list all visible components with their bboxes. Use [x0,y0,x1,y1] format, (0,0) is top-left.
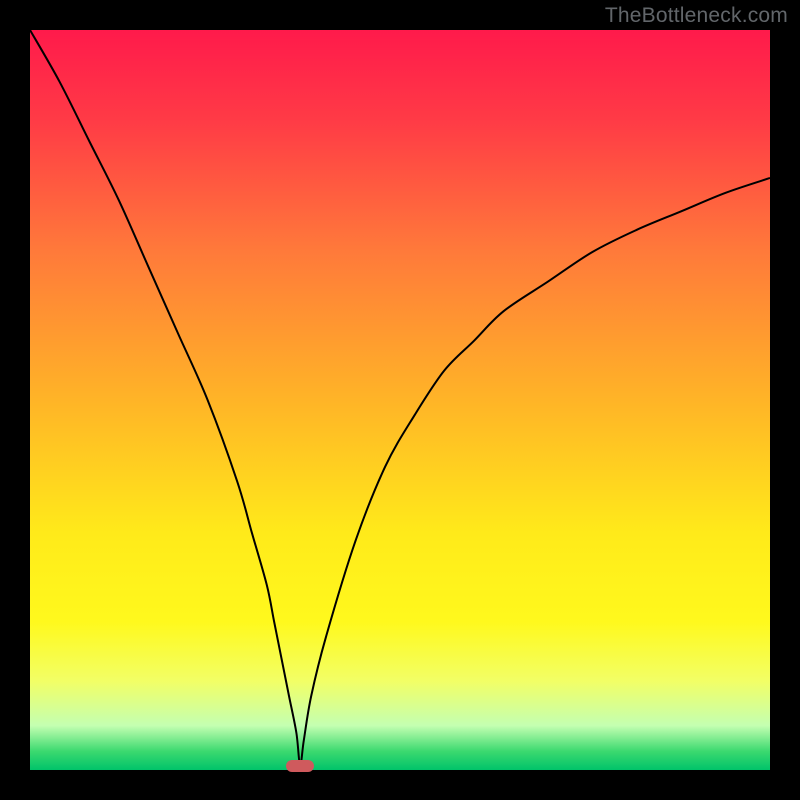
chart-svg [30,30,770,770]
plot-area [30,30,770,770]
chart-frame: TheBottleneck.com [0,0,800,800]
gradient-background [30,30,770,770]
bottleneck-marker [286,760,314,772]
watermark-text: TheBottleneck.com [605,4,788,28]
